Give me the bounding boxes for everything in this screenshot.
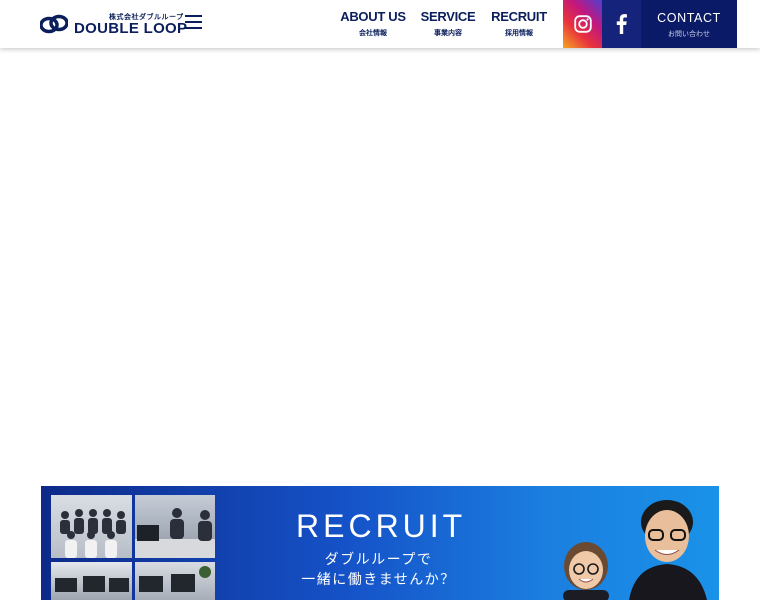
nav-about-us-label: ABOUT US bbox=[340, 9, 406, 24]
nav-service-sublabel: 事業内容 bbox=[434, 30, 462, 37]
nav-service[interactable]: SERVICE 事業内容 bbox=[420, 9, 476, 38]
nav-about-us[interactable]: ABOUT US 会社情報 bbox=[340, 9, 406, 38]
banner-subtitle: ダブルループで 一緒に働きませんか？ bbox=[281, 549, 476, 589]
nav-service-label: SERVICE bbox=[420, 9, 476, 24]
banner-subtitle-line-1: ダブルループで bbox=[324, 551, 433, 567]
facebook-icon bbox=[616, 14, 627, 34]
logo-company-name: 株式会社ダブルループ bbox=[109, 13, 184, 21]
banner-subtitle-line-2: 一緒に働きませんか？ bbox=[301, 571, 456, 587]
instagram-link[interactable] bbox=[563, 0, 602, 48]
site-header: 株式会社ダブルループ DOUBLE LOOP ABOUT US 会社情報 SER… bbox=[0, 0, 760, 48]
logo-link[interactable]: 株式会社ダブルループ DOUBLE LOOP bbox=[40, 11, 187, 37]
nav-about-us-sublabel: 会社情報 bbox=[359, 30, 387, 37]
logo-brand-name: DOUBLE LOOP bbox=[74, 19, 188, 37]
logo-text: 株式会社ダブルループ DOUBLE LOOP bbox=[74, 13, 187, 36]
banner-title: RECRUIT bbox=[296, 508, 467, 544]
nav-recruit[interactable]: RECRUIT 採用情報 bbox=[490, 9, 548, 38]
double-loop-logo-icon bbox=[40, 14, 68, 34]
nav-recruit-label: RECRUIT bbox=[491, 9, 547, 24]
office-photo bbox=[51, 562, 132, 600]
hero-area bbox=[0, 48, 760, 486]
workspace-photo bbox=[135, 562, 215, 600]
staff-man-photo bbox=[629, 500, 707, 600]
staff-woman-photo bbox=[563, 542, 609, 600]
facebook-link[interactable] bbox=[602, 0, 641, 48]
hamburger-icon[interactable] bbox=[185, 15, 202, 31]
contact-button[interactable]: CONTACT お問い合わせ bbox=[641, 0, 737, 48]
recruit-banner[interactable]: RECRUIT ダブルループで 一緒に働きませんか？ bbox=[41, 486, 719, 600]
nav-recruit-sublabel: 採用情報 bbox=[505, 30, 533, 37]
team-group-photo bbox=[51, 495, 132, 558]
contact-label: CONTACT bbox=[657, 11, 721, 25]
contact-sublabel: お問い合わせ bbox=[668, 31, 710, 38]
instagram-icon bbox=[573, 15, 592, 33]
meeting-photo bbox=[135, 495, 215, 558]
